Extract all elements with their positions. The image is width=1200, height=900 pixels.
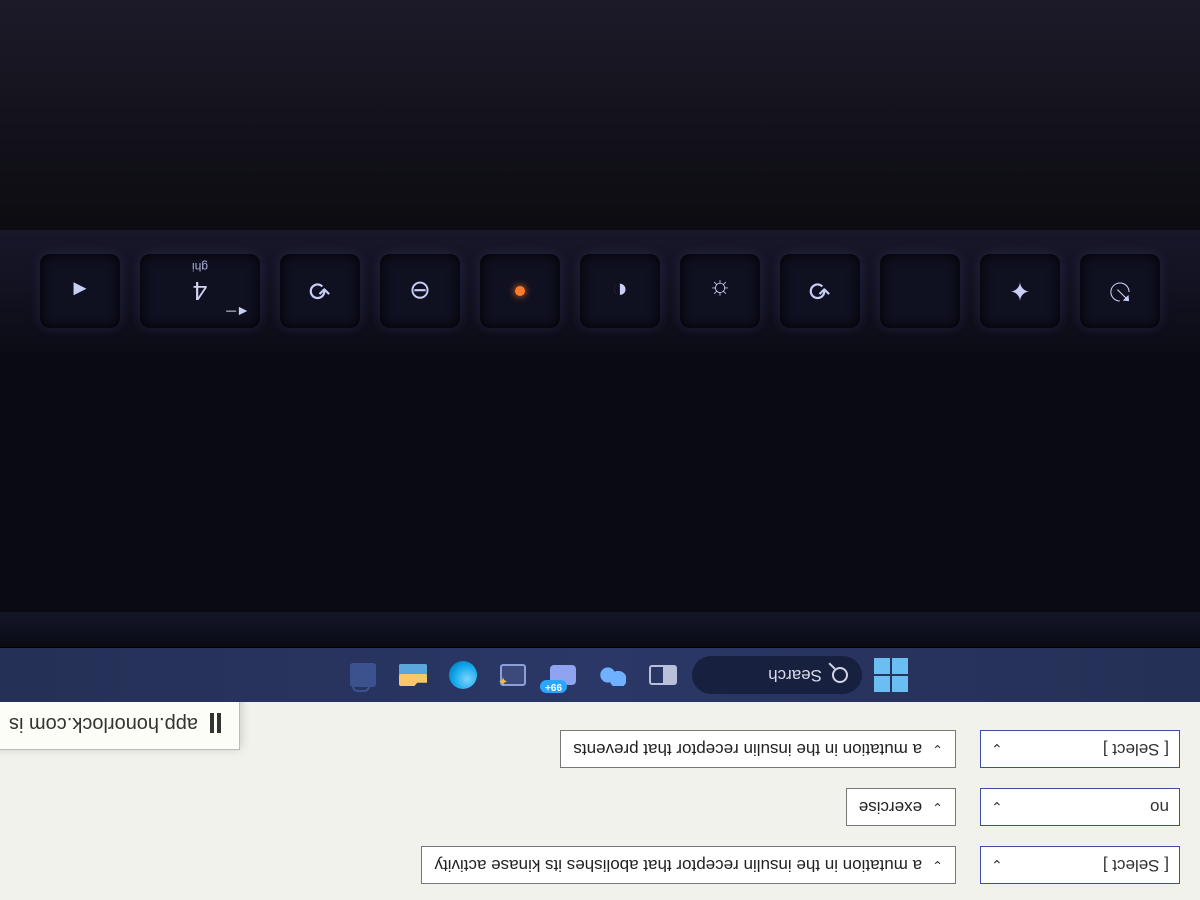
- chat-button[interactable]: 99+: [542, 654, 584, 696]
- snipping-tool-button[interactable]: [492, 654, 534, 696]
- match-option-2[interactable]: ⌄ exercise: [846, 788, 956, 826]
- store-icon: [350, 663, 376, 687]
- option-text: a mutation in the insulin receptor that …: [435, 855, 923, 875]
- physical-key: ⟲: [780, 254, 860, 328]
- quiz-row: no ⌄ ⌄ exercise: [0, 778, 1200, 836]
- start-button[interactable]: [870, 654, 912, 696]
- chevron-down-icon: ⌄: [932, 741, 943, 757]
- widgets-icon: [600, 664, 626, 686]
- chevron-down-icon: ⌄: [991, 857, 1003, 874]
- edge-button[interactable]: [442, 654, 484, 696]
- edge-icon: [449, 661, 477, 689]
- physical-key: ◐: [580, 254, 660, 328]
- folder-icon: [399, 664, 427, 686]
- task-view-button[interactable]: [642, 654, 684, 696]
- file-explorer-button[interactable]: [392, 654, 434, 696]
- physical-key: ☼: [680, 254, 760, 328]
- quiz-row: [ Select ] ⌄ ⌄ a mutation in the insulin…: [0, 836, 1200, 894]
- answer-select-2[interactable]: no ⌄: [980, 788, 1180, 826]
- select-label: [ Select ]: [1103, 855, 1169, 875]
- physical-key: ⟲: [280, 254, 360, 328]
- select-label: no: [1150, 797, 1169, 817]
- answer-select-1[interactable]: [ Select ] ⌄: [980, 846, 1180, 884]
- chat-badge: 99+: [540, 680, 567, 693]
- physical-key: ◂: [40, 254, 120, 328]
- task-view-icon: [649, 665, 677, 685]
- pause-icon: [210, 714, 221, 734]
- chevron-down-icon: ⌄: [991, 799, 1003, 816]
- physical-key-4: 4 ◄─ ghi: [140, 254, 260, 328]
- taskbar-search[interactable]: Search: [692, 656, 862, 694]
- store-button[interactable]: [342, 654, 384, 696]
- match-option-3[interactable]: ⌄ a mutation in the insulin receptor tha…: [560, 730, 956, 768]
- chevron-down-icon: ⌄: [932, 799, 943, 815]
- chevron-down-icon: ⌄: [991, 741, 1003, 758]
- physical-key: ⎋: [1080, 254, 1160, 328]
- select-label: [ Select ]: [1103, 739, 1169, 759]
- match-option-1[interactable]: ⌄ a mutation in the insulin receptor tha…: [422, 846, 957, 884]
- notification-text: app.honorlock.com is: [9, 712, 198, 735]
- physical-key: [880, 254, 960, 328]
- chevron-down-icon: ⌄: [932, 857, 943, 873]
- key-sublabel: ghi: [192, 260, 208, 274]
- windows-logo-icon: [874, 658, 908, 692]
- laptop-hinge: [0, 612, 1200, 648]
- snipping-tool-icon: [500, 664, 526, 686]
- key-label: 4: [193, 276, 207, 307]
- windows-taskbar: Search 99+: [0, 648, 1200, 702]
- chat-icon: 99+: [550, 665, 576, 685]
- search-icon: [832, 667, 848, 683]
- search-placeholder: Search: [768, 665, 822, 685]
- laptop-physical-area: ⎋ ✦ ⟲ ☼ ◐ ⊖ ⟲ 4 ◄─ ghi ◂: [0, 0, 1200, 648]
- option-text: exercise: [859, 797, 922, 817]
- honorlock-notification[interactable]: app.honorlock.com is: [0, 697, 240, 750]
- option-text: a mutation in the insulin receptor that …: [573, 739, 922, 759]
- physical-key: ⊖: [380, 254, 460, 328]
- physical-key: ✦: [980, 254, 1060, 328]
- keyboard-row: ⎋ ✦ ⟲ ☼ ◐ ⊖ ⟲ 4 ◄─ ghi ◂: [0, 230, 1200, 352]
- physical-key: [480, 254, 560, 328]
- widgets-button[interactable]: [592, 654, 634, 696]
- answer-select-3[interactable]: [ Select ] ⌄: [980, 730, 1180, 768]
